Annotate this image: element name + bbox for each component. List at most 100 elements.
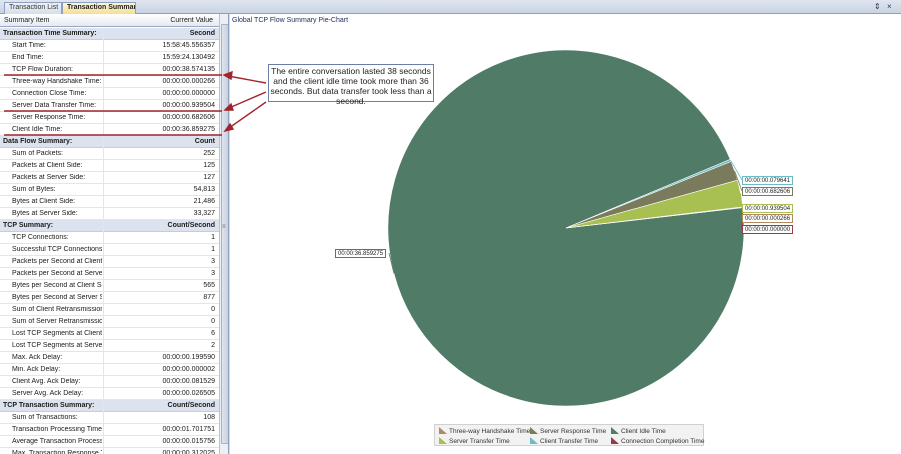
- row-label: TCP Connections:: [12, 234, 69, 241]
- column-separator: [103, 52, 104, 64]
- row-value: 125: [203, 162, 215, 169]
- grid-row[interactable]: Sum of Packets: 252: [0, 148, 219, 160]
- grid-row[interactable]: Server Response Time: 00:00:00.682606: [0, 112, 219, 124]
- row-label: Sum of Packets:: [12, 150, 63, 157]
- legend-item: Client Transfer Time: [530, 437, 598, 445]
- row-value: 00:00:00.081529: [162, 378, 215, 385]
- legend-swatch: [611, 427, 619, 434]
- grid-row[interactable]: Packets at Server Side: 127: [0, 172, 219, 184]
- grid-row[interactable]: Sum of Client Retransmission: 0: [0, 304, 219, 316]
- column-separator: [103, 148, 104, 160]
- row-value: 33,327: [193, 210, 215, 217]
- grid-row[interactable]: Max. Transaction Response Time: 00:00:00.…: [0, 448, 219, 454]
- row-label: Max. Ack Delay:: [12, 354, 63, 361]
- grid-row[interactable]: Client Idle Time: 00:00:36.859275: [0, 124, 219, 136]
- legend-label: Three-way Handshake Time: [449, 428, 531, 435]
- row-label: Min. Ack Delay:: [12, 366, 61, 373]
- legend-item: Server Transfer Time: [439, 437, 510, 445]
- section-row[interactable]: Transaction Time Summary: Second: [0, 28, 219, 40]
- grid-row[interactable]: Bytes at Client Side: 21,486: [0, 196, 219, 208]
- row-label: Bytes per Second at Server Side:: [12, 294, 102, 301]
- close-icon[interactable]: ×: [887, 2, 892, 11]
- grid-row[interactable]: Sum of Server Retransmission: 0: [0, 316, 219, 328]
- column-separator: [103, 412, 104, 424]
- grid-row[interactable]: End Time: 15:59:24.130492: [0, 52, 219, 64]
- row-value: Count: [194, 138, 215, 145]
- grid-row[interactable]: TCP Connections: 1: [0, 232, 219, 244]
- row-value: 54,813: [193, 186, 215, 193]
- grid-row[interactable]: Bytes at Server Side: 33,327: [0, 208, 219, 220]
- grid-row[interactable]: Packets per Second at Server Side: 3: [0, 268, 219, 280]
- row-value: 00:00:00.199590: [162, 354, 215, 361]
- grid-row[interactable]: Transaction Processing Time: 00:00:01.701…: [0, 424, 219, 436]
- column-separator: [103, 328, 104, 340]
- column-separator: [103, 136, 104, 148]
- row-value: 00:00:01.701751: [162, 426, 215, 433]
- row-label: Sum of Transactions:: [12, 414, 78, 421]
- grid-row[interactable]: Max. Ack Delay: 00:00:00.199590: [0, 352, 219, 364]
- column-separator: [103, 172, 104, 184]
- column-separator: [103, 316, 104, 328]
- column-separator: [103, 160, 104, 172]
- grid-row[interactable]: Server Avg. Ack Delay: 00:00:00.026505: [0, 388, 219, 400]
- grid-row[interactable]: Connection Close Time: 00:00:00.000000: [0, 88, 219, 100]
- slice-label: 00:00:00.079641: [742, 176, 794, 185]
- legend-label: Client Idle Time: [621, 428, 666, 435]
- row-label: Bytes at Client Side:: [12, 198, 76, 205]
- scrollbar-thumb[interactable]: [221, 24, 228, 444]
- grid-row[interactable]: Min. Ack Delay: 00:00:00.000002: [0, 364, 219, 376]
- column-separator: [103, 376, 104, 388]
- vertical-scrollbar[interactable]: ≡: [219, 14, 228, 454]
- grid-row[interactable]: Packets at Client Side: 125: [0, 160, 219, 172]
- legend-swatch: [611, 437, 619, 444]
- row-label: TCP Flow Duration:: [12, 66, 73, 73]
- section-row[interactable]: TCP Transaction Summary: Count/Second: [0, 400, 219, 412]
- column-separator: [103, 232, 104, 244]
- row-value: 3: [211, 270, 215, 277]
- column-separator: [103, 64, 104, 76]
- row-label: Client Avg. Ack Delay:: [12, 378, 81, 385]
- tab-transaction-summary[interactable]: Transaction Summary: [62, 2, 136, 14]
- grid-row[interactable]: Bytes per Second at Server Side: 877: [0, 292, 219, 304]
- row-value: 00:00:36.859275: [162, 126, 215, 133]
- grid-row[interactable]: Lost TCP Segments at Server Side: 2: [0, 340, 219, 352]
- column-separator: [103, 388, 104, 400]
- grid-row[interactable]: Server Data Transfer Time: 00:00:00.93950…: [0, 100, 219, 112]
- grid-row[interactable]: Sum of Transactions: 108: [0, 412, 219, 424]
- grid-row[interactable]: Packets per Second at Client Side: 3: [0, 256, 219, 268]
- grid-row[interactable]: Three-way Handshake Time: 00:00:00.000266: [0, 76, 219, 88]
- grid-row[interactable]: Sum of Bytes: 54,813: [0, 184, 219, 196]
- legend-label: Client Transfer Time: [540, 438, 599, 445]
- column-separator: [103, 340, 104, 352]
- row-label: Server Response Time:: [12, 114, 86, 121]
- column-separator: [103, 424, 104, 436]
- grid-header: Summary Item Current Value: [0, 14, 219, 27]
- section-row[interactable]: Data Flow Summary: Count: [0, 136, 219, 148]
- grid-row[interactable]: Average Transaction Processing Time: 00:0…: [0, 436, 219, 448]
- column-separator: [103, 304, 104, 316]
- column-header-summary-item[interactable]: Summary Item: [4, 17, 50, 24]
- row-label: Packets at Server Side:: [12, 174, 86, 181]
- pin-icon[interactable]: ⇕: [874, 2, 881, 11]
- grid-row[interactable]: Bytes per Second at Client Side: 565: [0, 280, 219, 292]
- grid-row[interactable]: Lost TCP Segments at Client Side: 6: [0, 328, 219, 340]
- tab-transaction-list[interactable]: Transaction List: [4, 2, 62, 14]
- row-label: End Time:: [12, 54, 44, 61]
- section-row[interactable]: TCP Summary: Count/Second: [0, 220, 219, 232]
- row-label: Transaction Processing Time:: [12, 426, 102, 433]
- column-separator: [103, 124, 104, 136]
- legend-swatch: [439, 437, 447, 444]
- grid-row[interactable]: TCP Flow Duration: 00:00:38.574135: [0, 64, 219, 76]
- row-value: 00:00:00.026505: [162, 390, 215, 397]
- row-label: Packets per Second at Client Side:: [12, 258, 102, 265]
- row-value: 00:00:00.682606: [162, 114, 215, 121]
- column-header-current-value[interactable]: Current Value: [170, 17, 213, 24]
- column-separator: [103, 220, 104, 232]
- row-label: Successful TCP Connections:: [12, 246, 102, 253]
- grid-row[interactable]: Start Time: 15:58:45.556357: [0, 40, 219, 52]
- row-label: Sum of Client Retransmission:: [12, 306, 102, 313]
- row-value: Count/Second: [167, 402, 215, 409]
- grid-row[interactable]: Client Avg. Ack Delay: 00:00:00.081529: [0, 376, 219, 388]
- grid-row[interactable]: Successful TCP Connections: 1: [0, 244, 219, 256]
- row-label: Connection Close Time:: [12, 90, 87, 97]
